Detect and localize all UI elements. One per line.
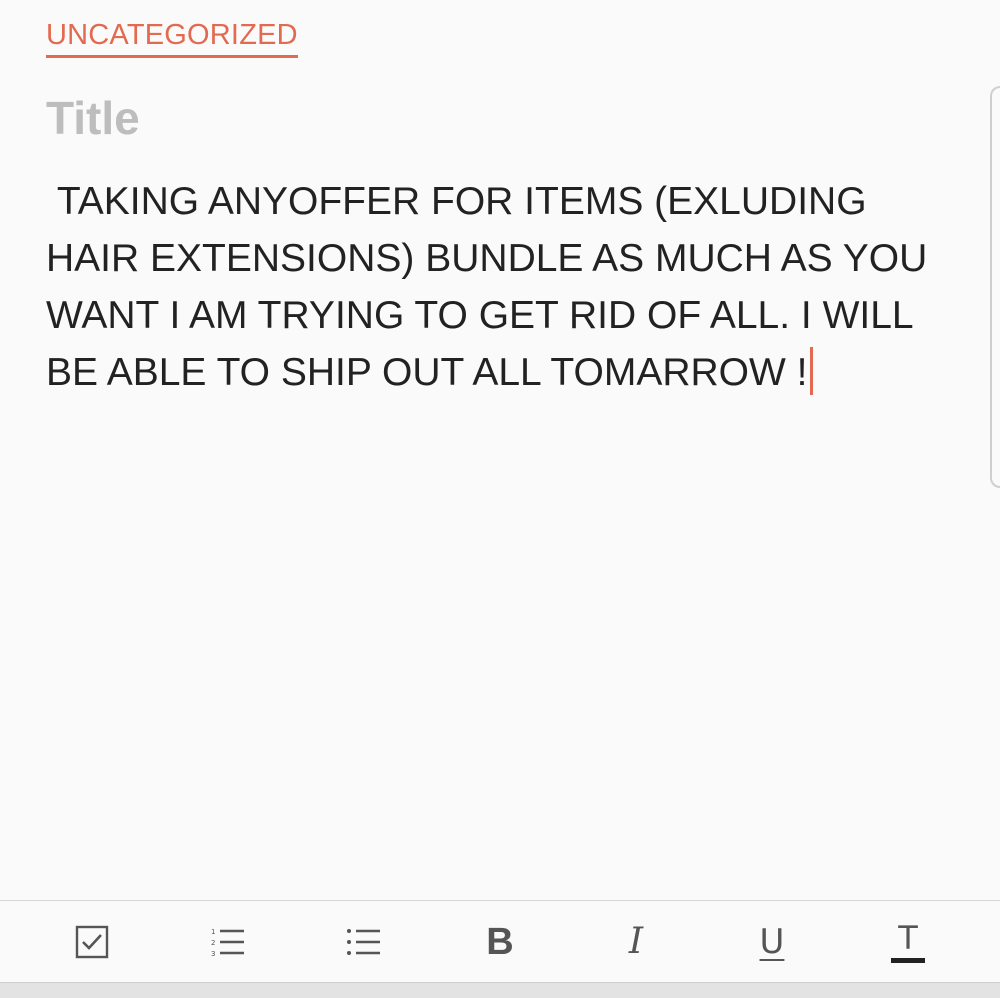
note-body[interactable]: TAKING ANYOFFER FOR ITEMS (EXLUDING HAIR… [46,173,936,401]
text-cursor [809,347,813,395]
edge-panel-handle[interactable] [990,86,1000,488]
numbered-list-button[interactable]: 1 2 3 [198,912,258,972]
formatting-toolbar: 1 2 3 B I U T [0,900,1000,982]
checkbox-icon [75,925,109,959]
text-style-icon: T [891,920,925,963]
note-body-text: TAKING ANYOFFER FOR ITEMS (EXLUDING HAIR… [46,180,939,394]
note-editor: UNCATEGORIZED TAKING ANYOFFER FOR ITEMS … [0,0,1000,998]
italic-icon: I [628,920,644,962]
svg-text:3: 3 [211,950,215,958]
italic-button[interactable]: I [606,912,666,972]
text-style-letter: T [898,919,918,957]
bold-icon: B [486,920,514,963]
title-input[interactable] [46,88,946,148]
bottom-strip [0,982,1000,998]
underline-icon: U [759,921,785,962]
bulleted-list-button[interactable] [334,912,394,972]
svg-text:2: 2 [211,939,215,947]
text-style-button[interactable]: T [878,912,938,972]
underline-button[interactable]: U [742,912,802,972]
category-label[interactable]: UNCATEGORIZED [46,18,298,58]
bulleted-list-icon [346,926,382,958]
text-color-bar [891,958,925,963]
svg-text:1: 1 [211,928,215,936]
checkbox-button[interactable] [62,912,122,972]
bold-button[interactable]: B [470,912,530,972]
numbered-list-icon: 1 2 3 [210,926,246,958]
